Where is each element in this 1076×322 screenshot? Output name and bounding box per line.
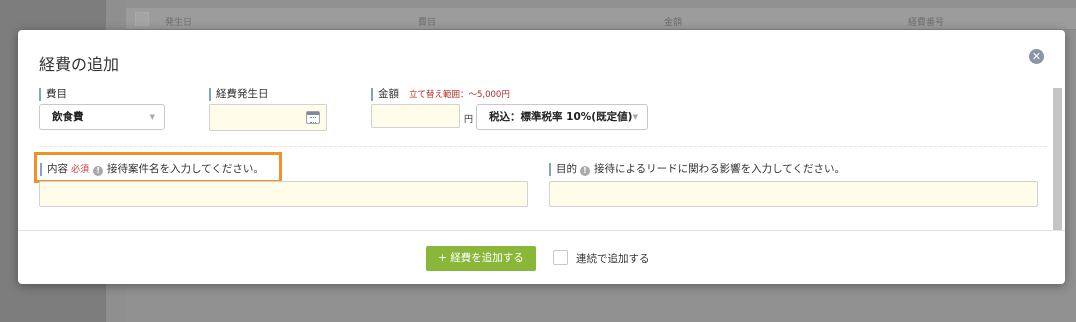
- tax-select[interactable]: 税込：標準税率 10%(既定値) ▼: [476, 104, 648, 130]
- purpose-label: 目的! 接待によるリードに関わる影響を入力してください。: [549, 163, 845, 176]
- modal-title: 経費の追加: [39, 55, 120, 74]
- category-select[interactable]: 飲食費 ▼: [39, 104, 165, 130]
- footer-divider: [18, 230, 1065, 231]
- amount-input[interactable]: [371, 104, 460, 128]
- calendar-icon[interactable]: [306, 111, 320, 124]
- column-header-amount[interactable]: 金額: [664, 15, 682, 28]
- category-label: 費目: [39, 88, 67, 101]
- date-label: 経費発生日: [209, 88, 269, 101]
- purpose-input[interactable]: [549, 181, 1038, 207]
- continuous-add-label[interactable]: 連続で追加する: [576, 251, 650, 266]
- date-input[interactable]: [209, 104, 327, 131]
- yen-unit: 円: [464, 115, 474, 125]
- content-label-highlight: [34, 152, 282, 183]
- section-divider: [39, 146, 1047, 147]
- add-expense-button[interactable]: + 経費を追加する: [426, 246, 536, 271]
- close-icon[interactable]: ✕: [1029, 49, 1044, 64]
- chevron-down-icon: ▼: [149, 113, 155, 121]
- column-header-date[interactable]: 発生日: [165, 15, 192, 28]
- amount-label: 金額 立て替え範囲：〜5,000円: [371, 88, 510, 101]
- column-header-category[interactable]: 費目: [418, 15, 436, 28]
- modal-scrollbar[interactable]: [1053, 88, 1062, 230]
- purpose-hint: 接待によるリードに関わる影響を入力してください。: [594, 163, 846, 175]
- add-expense-modal: 経費の追加 ✕ 費目 飲食費 ▼ 経費発生日 金額 立て替え範囲：〜5,000円 …: [18, 30, 1065, 284]
- continuous-add-checkbox[interactable]: [553, 250, 568, 265]
- content-input[interactable]: [39, 181, 528, 207]
- chevron-down-icon: ▼: [632, 113, 638, 121]
- amount-range-note: 立て替え範囲：〜5,000円: [409, 90, 510, 100]
- select-all-checkbox[interactable]: [135, 12, 149, 26]
- info-icon: !: [580, 166, 590, 176]
- column-header-expense-number[interactable]: 経費番号: [908, 15, 944, 28]
